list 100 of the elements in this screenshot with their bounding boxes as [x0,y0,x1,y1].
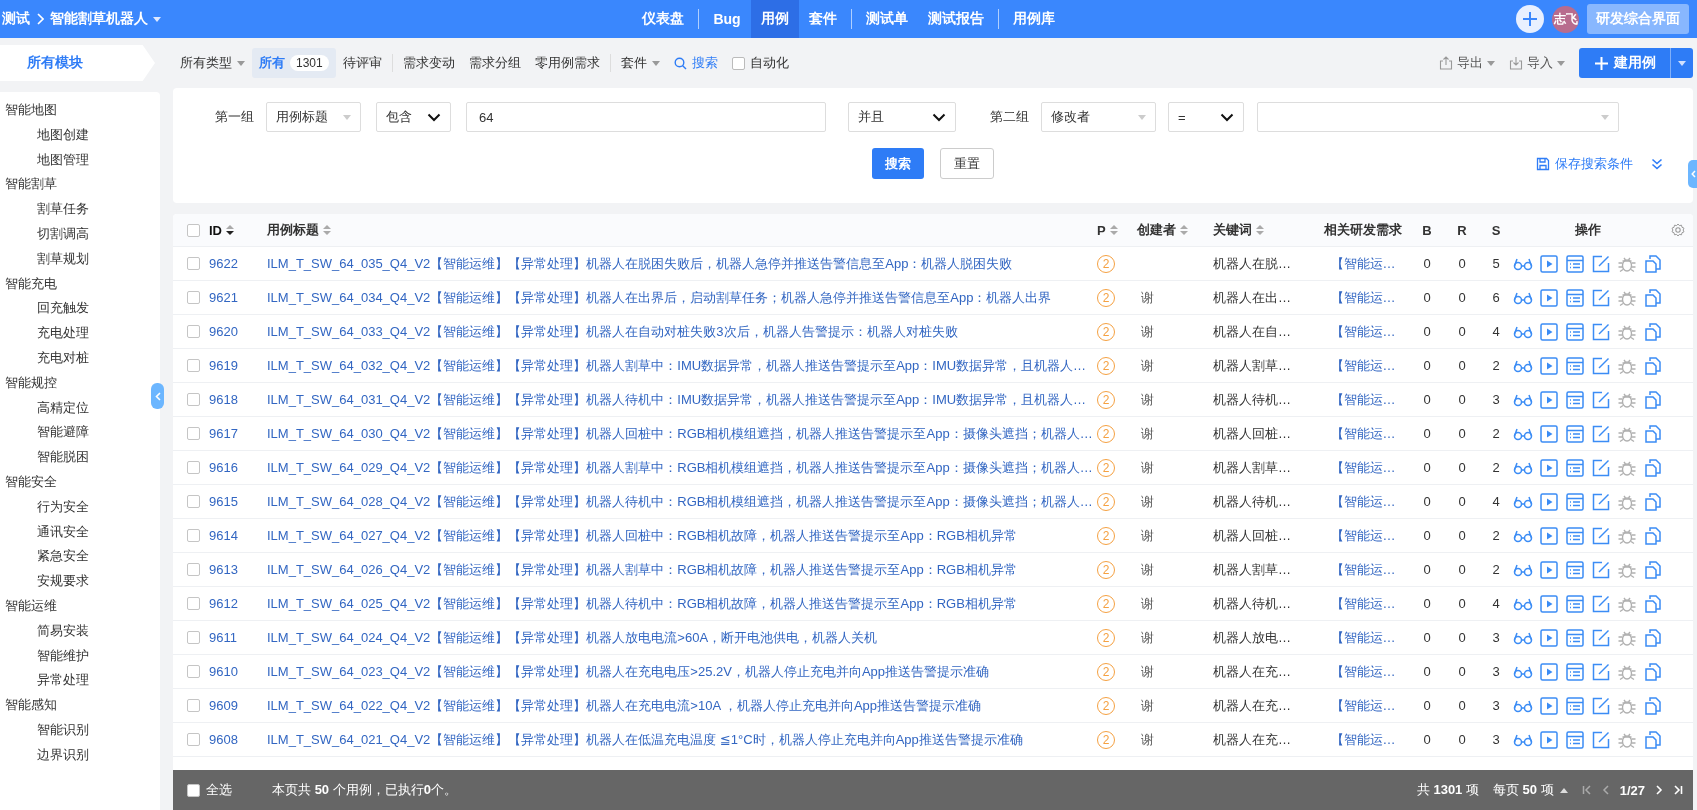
checkbox[interactable] [187,223,200,237]
play-icon[interactable] [1539,423,1559,444]
nav-tab[interactable]: 用例库 [1002,0,1065,38]
field-select[interactable]: 用例标题 [266,102,361,132]
edit-icon[interactable] [1591,253,1611,274]
sidebar-toggle[interactable] [151,383,164,409]
field-select[interactable]: 修改者 [1041,102,1156,132]
edit-icon[interactable] [1591,287,1611,308]
checkbox[interactable] [187,631,200,644]
play-icon[interactable] [1539,389,1559,410]
edit-icon[interactable] [1591,661,1611,682]
case-title[interactable]: ILM_T_SW_64_030_Q4_V2【智能运维】【异常处理】机器人回桩中：RGB相机模组遮挡，机器人推送告警提示至App：摄像头遮挡；机器人… [267,424,1093,443]
module-item[interactable]: 智能维护 [23,643,89,669]
case-id[interactable]: 9610 [209,664,238,679]
case-id[interactable]: 9616 [209,460,238,475]
module-header[interactable]: 所有模块 [0,45,155,81]
requirement-link[interactable]: 【智能运… [1330,288,1396,307]
edit-icon[interactable] [1591,729,1611,750]
checkbox[interactable] [187,461,200,474]
edit-icon[interactable] [1591,355,1611,376]
checkbox[interactable] [187,291,200,304]
add-icon[interactable] [1516,5,1544,33]
requirement-link[interactable]: 【智能运… [1330,424,1396,443]
filter-tab[interactable]: 零用例需求 [527,48,607,78]
module-item[interactable]: 切割调高 [23,222,89,247]
checkbox[interactable] [187,783,200,797]
sortable-column-header[interactable]: P [1097,222,1118,238]
checkbox[interactable] [187,427,200,440]
copy-icon[interactable] [1643,491,1663,512]
requirement-link[interactable]: 【智能运… [1330,594,1396,613]
first-page-icon[interactable] [1581,785,1592,795]
case-id[interactable]: 9621 [209,290,238,305]
checkbox[interactable] [187,529,200,542]
nav-tab[interactable]: Bug [703,0,751,38]
module-item[interactable]: 边界识别 [23,742,89,768]
play-icon[interactable] [1539,661,1559,682]
module-item[interactable]: 充电对桩 [23,345,89,371]
requirement-link[interactable]: 【智能运… [1330,730,1396,749]
copy-icon[interactable] [1643,593,1663,614]
table-icon[interactable] [1565,321,1585,342]
module-item[interactable]: 简易安装 [23,618,89,644]
checkbox[interactable] [187,393,200,406]
case-id[interactable]: 9612 [209,596,238,611]
requirement-link[interactable]: 【智能运… [1330,492,1396,511]
module-group[interactable]: 智能割草 [5,172,57,198]
nav-tab[interactable]: 测试单 [855,0,918,38]
checkbox[interactable] [187,359,200,372]
edit-icon[interactable] [1591,321,1611,342]
sortable-column-header[interactable]: 关键词 [1213,221,1264,239]
requirement-link[interactable]: 【智能运… [1330,322,1396,341]
table-icon[interactable] [1565,559,1585,580]
export-menu[interactable]: 导出 [1439,54,1495,72]
nav-tab[interactable]: 测试报告 [917,0,994,38]
requirement-link[interactable]: 【智能运… [1330,560,1396,579]
panel-toggle[interactable] [1688,160,1697,188]
reset-button[interactable]: 重置 [940,148,994,179]
module-item[interactable]: 智能脱困 [23,445,89,470]
play-icon[interactable] [1539,253,1559,274]
edit-icon[interactable] [1591,695,1611,716]
case-title[interactable]: ILM_T_SW_64_028_Q4_V2【智能运维】【异常处理】机器人待机中：RGB相机模组遮挡，机器人推送告警提示至App：摄像头遮挡；机器人… [267,492,1093,511]
requirement-link[interactable]: 【智能运… [1330,696,1396,715]
play-icon[interactable] [1539,491,1559,512]
module-item[interactable]: 行为安全 [23,494,89,520]
requirement-link[interactable]: 【智能运… [1330,458,1396,477]
save-search-link[interactable]: 保存搜索条件 [1536,154,1633,173]
checkbox[interactable] [187,257,200,270]
case-title[interactable]: ILM_T_SW_64_025_Q4_V2【智能运维】【异常处理】机器人待机中：RGB相机故障，机器人推送告警提示至App：RGB相机异常 [267,594,1017,613]
case-id[interactable]: 9615 [209,494,238,509]
module-item[interactable]: 回充触发 [23,296,89,322]
user-avatar[interactable]: 志飞 [1552,5,1579,33]
expand-icon[interactable] [1651,157,1663,170]
filter-dropdown[interactable]: 所有类型 [173,48,252,78]
module-item[interactable]: 割草任务 [23,197,89,222]
module-group[interactable]: 智能安全 [5,469,57,495]
previous-page-icon[interactable] [1601,785,1610,795]
copy-icon[interactable] [1643,661,1663,682]
play-icon[interactable] [1539,593,1559,614]
table-icon[interactable] [1565,389,1585,410]
case-title[interactable]: ILM_T_SW_64_033_Q4_V2【智能运维】【异常处理】机器人在自动对桩失败3次后，机器人告警提示：机器人对桩失败 [267,322,958,341]
case-id[interactable]: 9618 [209,392,238,407]
case-title[interactable]: ILM_T_SW_64_032_Q4_V2【智能运维】【异常处理】机器人割草中：IMU数据异常，机器人推送告警提示至App：IMU数据异常，且机器人… [267,356,1087,375]
module-item[interactable]: 地图创建 [23,122,89,148]
value-field[interactable]: 64 [466,102,826,132]
operator-select[interactable]: = [1168,102,1244,132]
checkbox[interactable] [187,733,200,746]
module-group[interactable]: 智能运维 [5,593,57,619]
filter-tab[interactable]: 需求分组 [461,48,528,78]
module-group[interactable]: 智能规控 [5,370,57,396]
module-item[interactable]: 高精定位 [23,395,89,421]
nav-tab[interactable]: 套件 [798,0,847,38]
operator-select[interactable]: 包含 [376,102,451,132]
search-button[interactable]: 搜索 [872,148,924,179]
last-page-icon[interactable] [1673,785,1683,795]
copy-icon[interactable] [1643,627,1663,648]
module-group[interactable]: 智能充电 [5,271,57,297]
breadcrumb-link[interactable]: 测试 [2,10,30,28]
checkbox[interactable] [187,665,200,678]
case-title[interactable]: ILM_T_SW_64_021_Q4_V2【智能运维】【异常处理】机器人在低温充电温度 ≦1°C时，机器人停止充电并向App推送告警提示准确 [267,730,1023,749]
play-icon[interactable] [1539,627,1559,648]
edit-icon[interactable] [1591,627,1611,648]
